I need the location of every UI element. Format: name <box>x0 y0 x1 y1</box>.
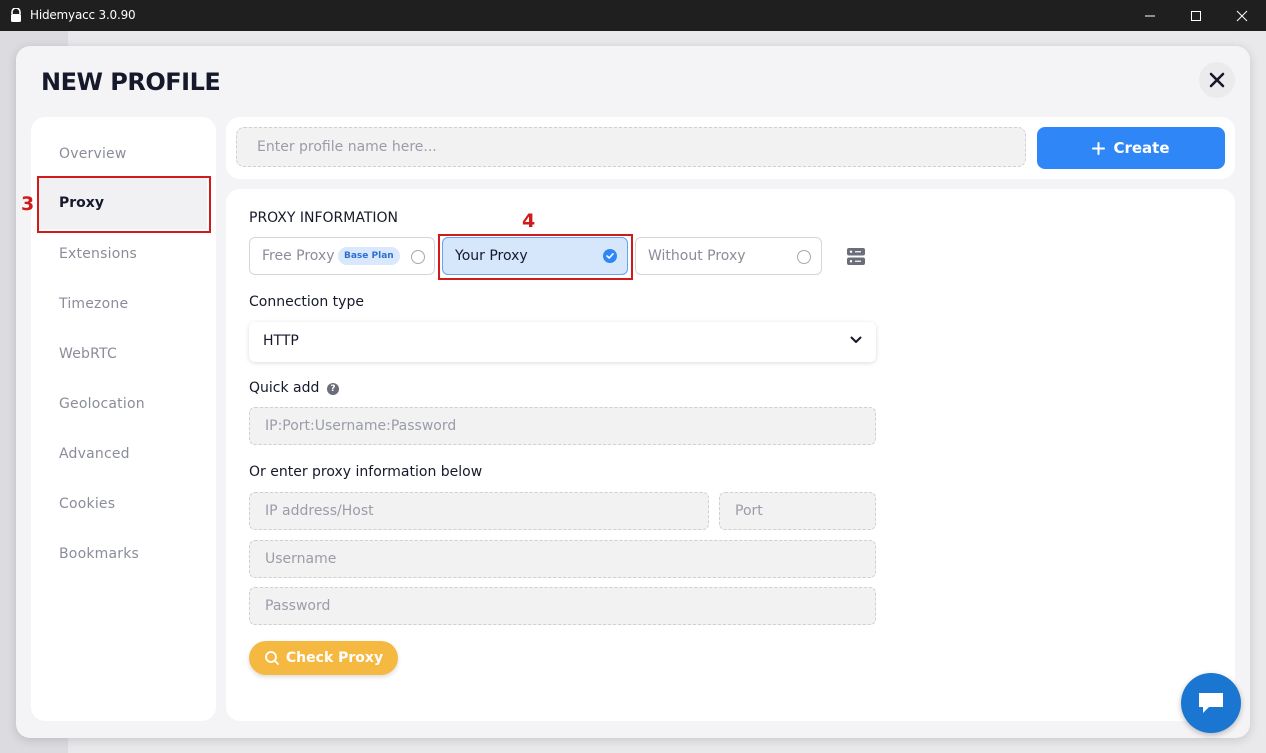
quick-add-label: Quick add <box>249 380 320 396</box>
check-proxy-label: Check Proxy <box>285 650 384 666</box>
check-proxy-button[interactable]: Check Proxy <box>249 641 398 675</box>
base-plan-badge: Base Plan <box>338 247 400 265</box>
sidebar-item-webrtc[interactable]: WebRTC <box>59 346 117 362</box>
chevron-down-icon <box>850 336 862 343</box>
create-button[interactable]: Create <box>1037 127 1225 169</box>
server-icon[interactable] <box>846 247 866 266</box>
sidebar-item-bookmarks[interactable]: Bookmarks <box>59 546 139 562</box>
chat-icon <box>1199 693 1223 713</box>
annotation-box-proxy <box>37 176 211 233</box>
proxy-panel: PROXY INFORMATION Free Proxy Base Plan Y… <box>226 189 1235 721</box>
app-icon <box>11 8 21 22</box>
plus-icon <box>1092 141 1106 155</box>
annotation-box-your-proxy <box>438 234 633 280</box>
sidebar-item-extensions[interactable]: Extensions <box>59 246 137 262</box>
sidebar-item-overview[interactable]: Overview <box>59 146 127 162</box>
without-proxy-radio[interactable] <box>797 250 811 264</box>
profile-name-input[interactable] <box>236 127 1026 167</box>
close-icon <box>1236 10 1248 21</box>
quick-add-input[interactable] <box>249 407 876 445</box>
chat-button[interactable] <box>1181 673 1241 733</box>
profile-name-bar: Create <box>226 117 1235 179</box>
free-proxy-option[interactable]: Free Proxy Base Plan <box>249 237 435 275</box>
sidebar-item-timezone[interactable]: Timezone <box>59 296 128 312</box>
help-icon[interactable]: ? <box>327 383 339 395</box>
free-proxy-radio[interactable] <box>411 250 425 264</box>
without-proxy-option[interactable]: Without Proxy <box>635 237 822 275</box>
dialog-close-button[interactable] <box>1199 62 1235 98</box>
password-input[interactable] <box>249 587 876 625</box>
host-input[interactable] <box>249 492 709 530</box>
minimize-button[interactable] <box>1127 0 1173 31</box>
free-proxy-label: Free Proxy <box>262 248 335 264</box>
window-titlebar: Hidemyacc 3.0.90 <box>0 0 1266 31</box>
page-title: NEW PROFILE <box>41 68 221 96</box>
create-button-label: Create <box>1113 139 1170 157</box>
maximize-icon <box>1191 10 1201 21</box>
sidebar-item-cookies[interactable]: Cookies <box>59 496 115 512</box>
close-icon <box>1209 72 1225 88</box>
search-icon <box>265 651 279 665</box>
connection-type-value: HTTP <box>263 333 299 349</box>
window-title: Hidemyacc 3.0.90 <box>30 8 136 22</box>
username-input[interactable] <box>249 540 876 578</box>
section-title: PROXY INFORMATION <box>249 210 399 226</box>
annotation-number-4: 4 <box>522 210 536 232</box>
port-input[interactable] <box>719 492 876 530</box>
connection-type-label: Connection type <box>249 294 364 310</box>
minimize-icon <box>1145 15 1155 16</box>
manual-entry-label: Or enter proxy information below <box>249 464 483 480</box>
annotation-number-3: 3 <box>21 193 35 215</box>
connection-type-select[interactable]: HTTP <box>249 322 876 362</box>
maximize-button[interactable] <box>1173 0 1219 31</box>
sidebar-item-geolocation[interactable]: Geolocation <box>59 396 145 412</box>
window-close-button[interactable] <box>1219 0 1265 31</box>
without-proxy-label: Without Proxy <box>648 248 746 264</box>
sidebar-item-advanced[interactable]: Advanced <box>59 446 130 462</box>
